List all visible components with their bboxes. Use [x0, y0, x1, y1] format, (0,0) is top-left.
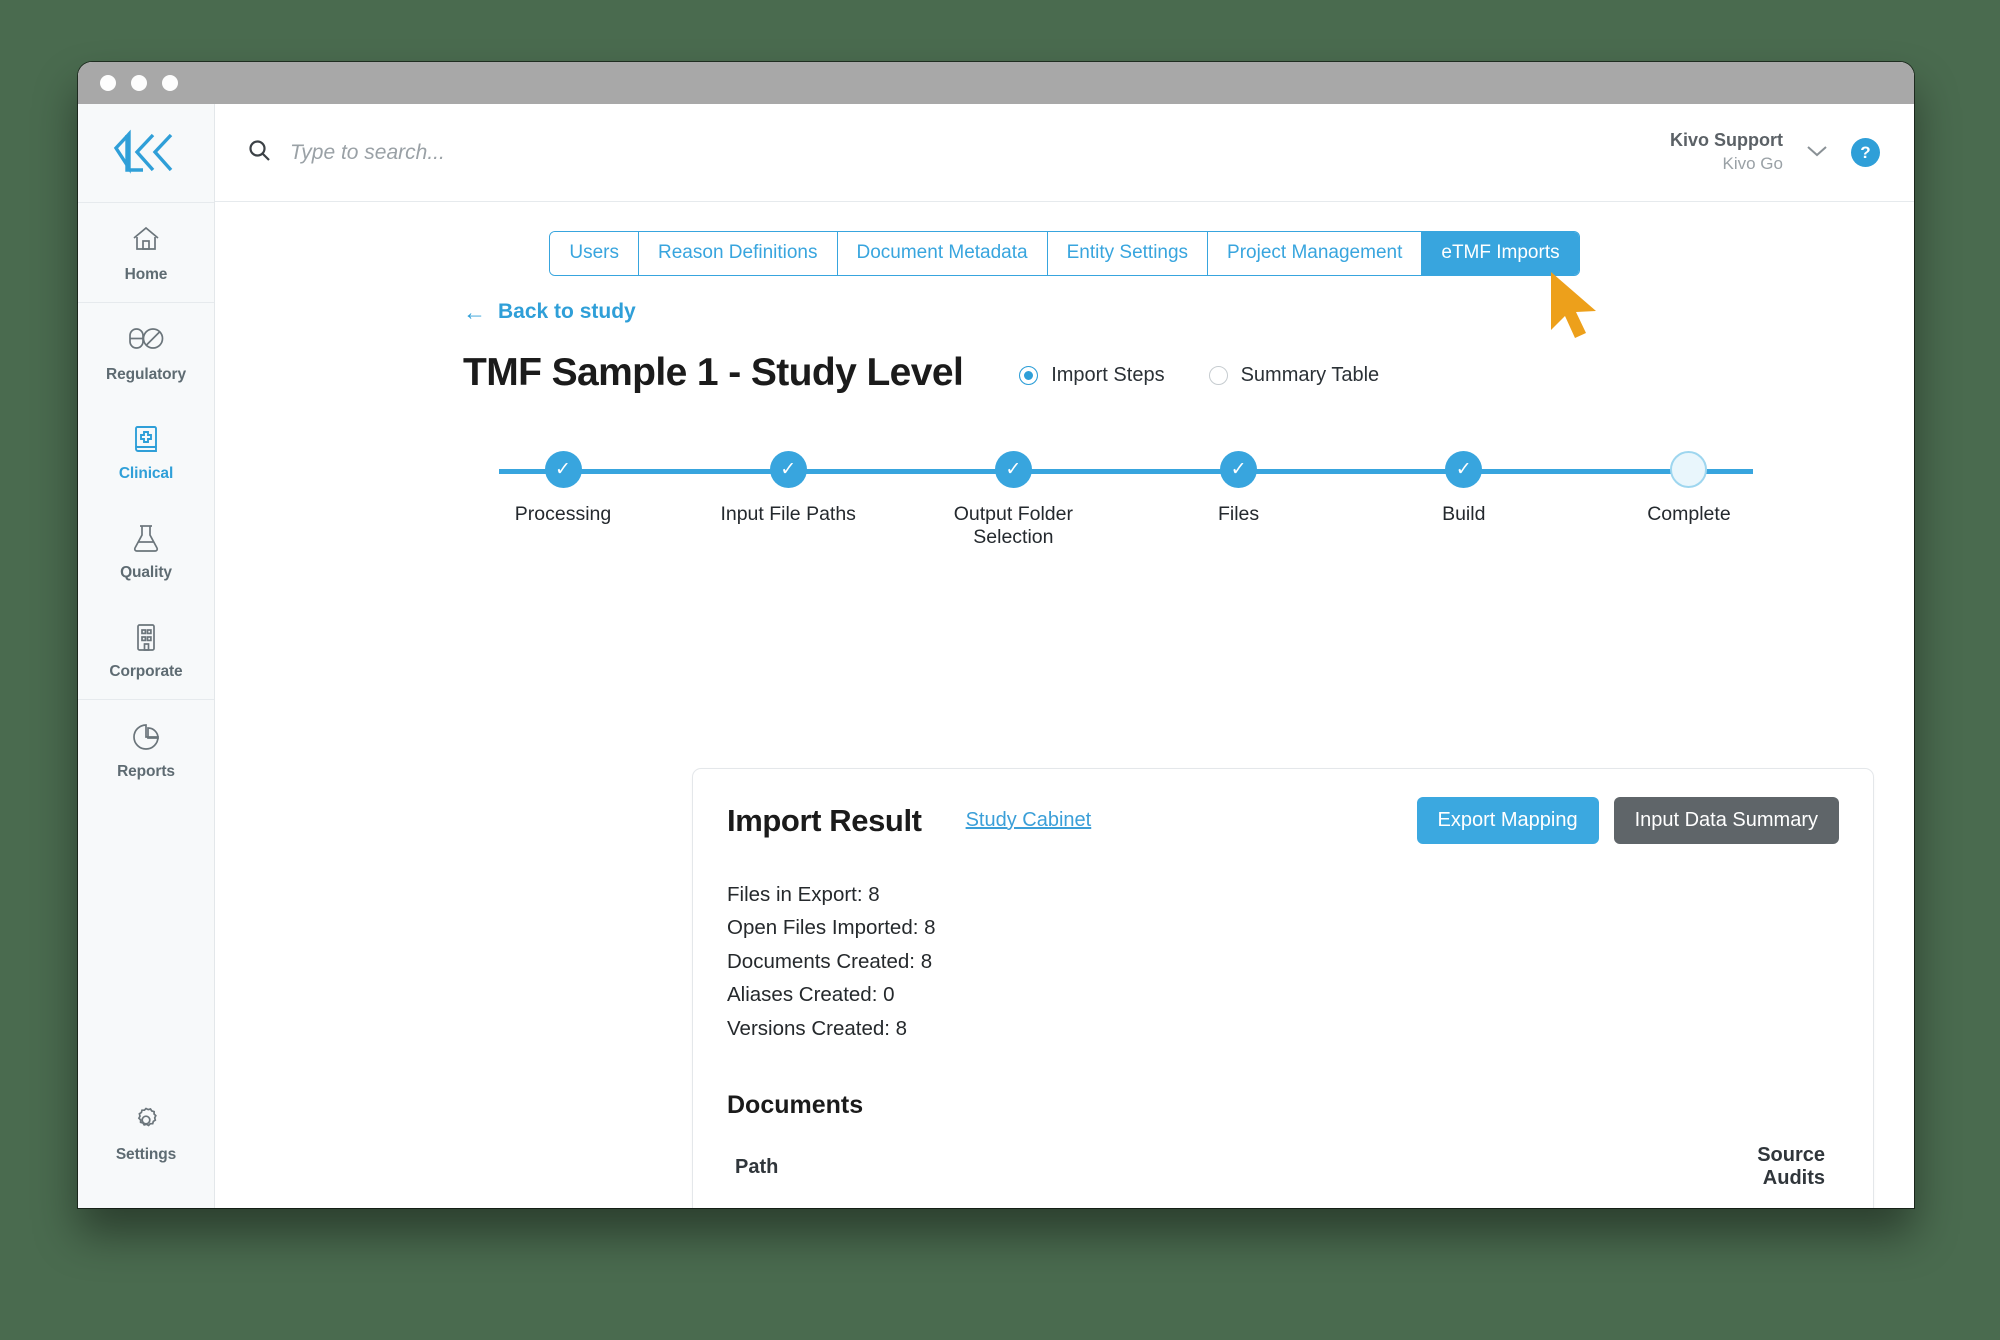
check-icon: ✓	[769, 450, 807, 488]
desktop-background: Home Regulatory Clinical Quality Corpora…	[0, 0, 2000, 1340]
radio-import-steps-label: Import Steps	[1051, 364, 1165, 386]
home-icon	[82, 225, 210, 259]
page-title: TMF Sample 1 - Study Level	[463, 350, 964, 394]
medical-book-icon	[82, 424, 210, 458]
check-icon: ✓	[544, 450, 582, 488]
export-mapping-button[interactable]: Export Mapping	[1416, 797, 1599, 844]
sidebar-item-home[interactable]: Home	[78, 203, 214, 302]
sidebar-item-quality[interactable]: Quality	[78, 501, 214, 600]
stat-open-files-imported: Open Files Imported: 8	[727, 916, 936, 940]
pie-chart-icon	[82, 722, 210, 756]
sidebar-item-label: Quality	[120, 564, 172, 581]
tab-project-management[interactable]: Project Management	[1208, 232, 1423, 275]
column-header-source-audits: Source Audits	[1757, 1144, 1825, 1190]
sidebar-item-label: Settings	[115, 1146, 177, 1163]
sidebar-item-settings[interactable]: Settings	[78, 1083, 214, 1182]
step-label: Build	[1442, 502, 1486, 525]
maximize-button[interactable]	[162, 75, 178, 91]
tab-users[interactable]: Users	[550, 232, 640, 275]
topbar: Type to search... Kivo Support Kivo Go ?	[215, 104, 1914, 202]
tab-etmf-imports[interactable]: eTMF Imports	[1422, 232, 1579, 275]
page-content: Users Reason Definitions Document Metada…	[215, 202, 1914, 1208]
radio-summary-table[interactable]: Summary Table	[1208, 364, 1380, 387]
step-complete[interactable]: Complete	[1589, 441, 1789, 549]
building-icon	[82, 622, 210, 656]
tab-reason-definitions[interactable]: Reason Definitions	[639, 232, 838, 275]
step-label: Input File Paths	[720, 502, 856, 525]
step-processing[interactable]: ✓ Processing	[463, 441, 663, 549]
radio-summary-table-indicator[interactable]	[1208, 366, 1228, 385]
documents-section-title: Documents	[727, 1091, 864, 1120]
documents-table: Path Source Audits IP and Trial Supplies…	[727, 1144, 1839, 1208]
import-progress-stepper: ✓ Processing ✓ Input File Paths ✓ Output…	[463, 441, 1789, 548]
radio-summary-table-label: Summary Table	[1240, 364, 1380, 386]
sidebar-item-corporate[interactable]: Corporate	[78, 600, 214, 699]
user-name: Kivo Support	[1670, 130, 1783, 151]
radio-import-steps-indicator[interactable]	[1019, 366, 1039, 385]
step-label: Files	[1217, 502, 1260, 525]
sidebar-item-regulatory[interactable]: Regulatory	[78, 303, 214, 402]
sidebar-item-label: Clinical	[118, 465, 174, 482]
study-cabinet-link[interactable]: Study Cabinet	[966, 809, 1092, 832]
app-window: Home Regulatory Clinical Quality Corpora…	[78, 62, 1914, 1208]
user-menu[interactable]: Kivo Support Kivo Go ?	[1670, 129, 1880, 175]
chevron-down-icon[interactable]	[1805, 142, 1829, 164]
step-label: Output Folder Selection	[953, 502, 1073, 548]
step-label: Complete	[1647, 502, 1731, 525]
tab-document-metadata[interactable]: Document Metadata	[837, 232, 1048, 275]
stat-aliases-created: Aliases Created: 0	[727, 983, 895, 1007]
step-files[interactable]: ✓ Files	[1139, 441, 1339, 549]
step-output-folder-selection[interactable]: ✓ Output Folder Selection	[913, 441, 1113, 549]
step-build[interactable]: ✓ Build	[1364, 441, 1564, 549]
step-pending-indicator	[1670, 450, 1708, 488]
sidebar: Home Regulatory Clinical Quality Corpora…	[78, 104, 215, 1208]
check-icon: ✓	[994, 450, 1032, 488]
stat-files-in-export: Files in Export: 8	[727, 883, 880, 906]
stat-versions-created: Versions Created: 8	[727, 1016, 908, 1040]
pill-icon	[82, 325, 210, 359]
input-data-summary-button[interactable]: Input Data Summary	[1613, 797, 1839, 844]
flask-icon	[82, 523, 210, 557]
search-input[interactable]: Type to search...	[290, 141, 445, 165]
main-area: Type to search... Kivo Support Kivo Go ?…	[215, 104, 1914, 1208]
table-header-row: Path Source Audits	[727, 1144, 1839, 1208]
card-title: Import Result	[727, 802, 922, 838]
window-titlebar	[78, 62, 1914, 104]
step-label: Processing	[514, 502, 612, 525]
close-button[interactable]	[100, 75, 116, 91]
search-bar[interactable]: Type to search...	[247, 138, 1670, 168]
check-icon: ✓	[1445, 450, 1483, 488]
search-icon	[247, 138, 272, 168]
sidebar-item-label: Home	[124, 266, 168, 283]
app-logo[interactable]	[78, 104, 214, 202]
help-button[interactable]: ?	[1851, 138, 1880, 167]
arrow-left-icon: ←	[463, 298, 486, 325]
stat-documents-created: Documents Created: 8	[727, 949, 933, 973]
back-to-study-label: Back to study	[498, 300, 636, 323]
gear-icon	[82, 1105, 210, 1139]
sidebar-item-reports[interactable]: Reports	[78, 700, 214, 799]
user-org: Kivo Go	[1722, 154, 1783, 174]
sidebar-item-label: Reports	[117, 763, 175, 780]
back-to-study-link[interactable]: ← Back to study	[463, 300, 636, 324]
import-result-card: Import Result Study Cabinet Export Mappi…	[692, 768, 1874, 1208]
sidebar-item-clinical[interactable]: Clinical	[78, 402, 214, 501]
step-input-file-paths[interactable]: ✓ Input File Paths	[688, 441, 888, 549]
minimize-button[interactable]	[131, 75, 147, 91]
view-mode-radio-group: Import Steps Summary Table	[1019, 358, 1379, 387]
tab-entity-settings[interactable]: Entity Settings	[1047, 232, 1209, 275]
column-header-path: Path	[735, 1155, 779, 1178]
sidebar-item-label: Corporate	[109, 663, 183, 680]
sidebar-item-label: Regulatory	[106, 366, 186, 383]
settings-tabstrip: Users Reason Definitions Document Metada…	[549, 231, 1580, 276]
import-stats: Files in Export: 8 Open Files Imported: …	[727, 878, 1839, 1045]
radio-import-steps[interactable]: Import Steps	[1019, 364, 1165, 387]
check-icon: ✓	[1220, 450, 1258, 488]
